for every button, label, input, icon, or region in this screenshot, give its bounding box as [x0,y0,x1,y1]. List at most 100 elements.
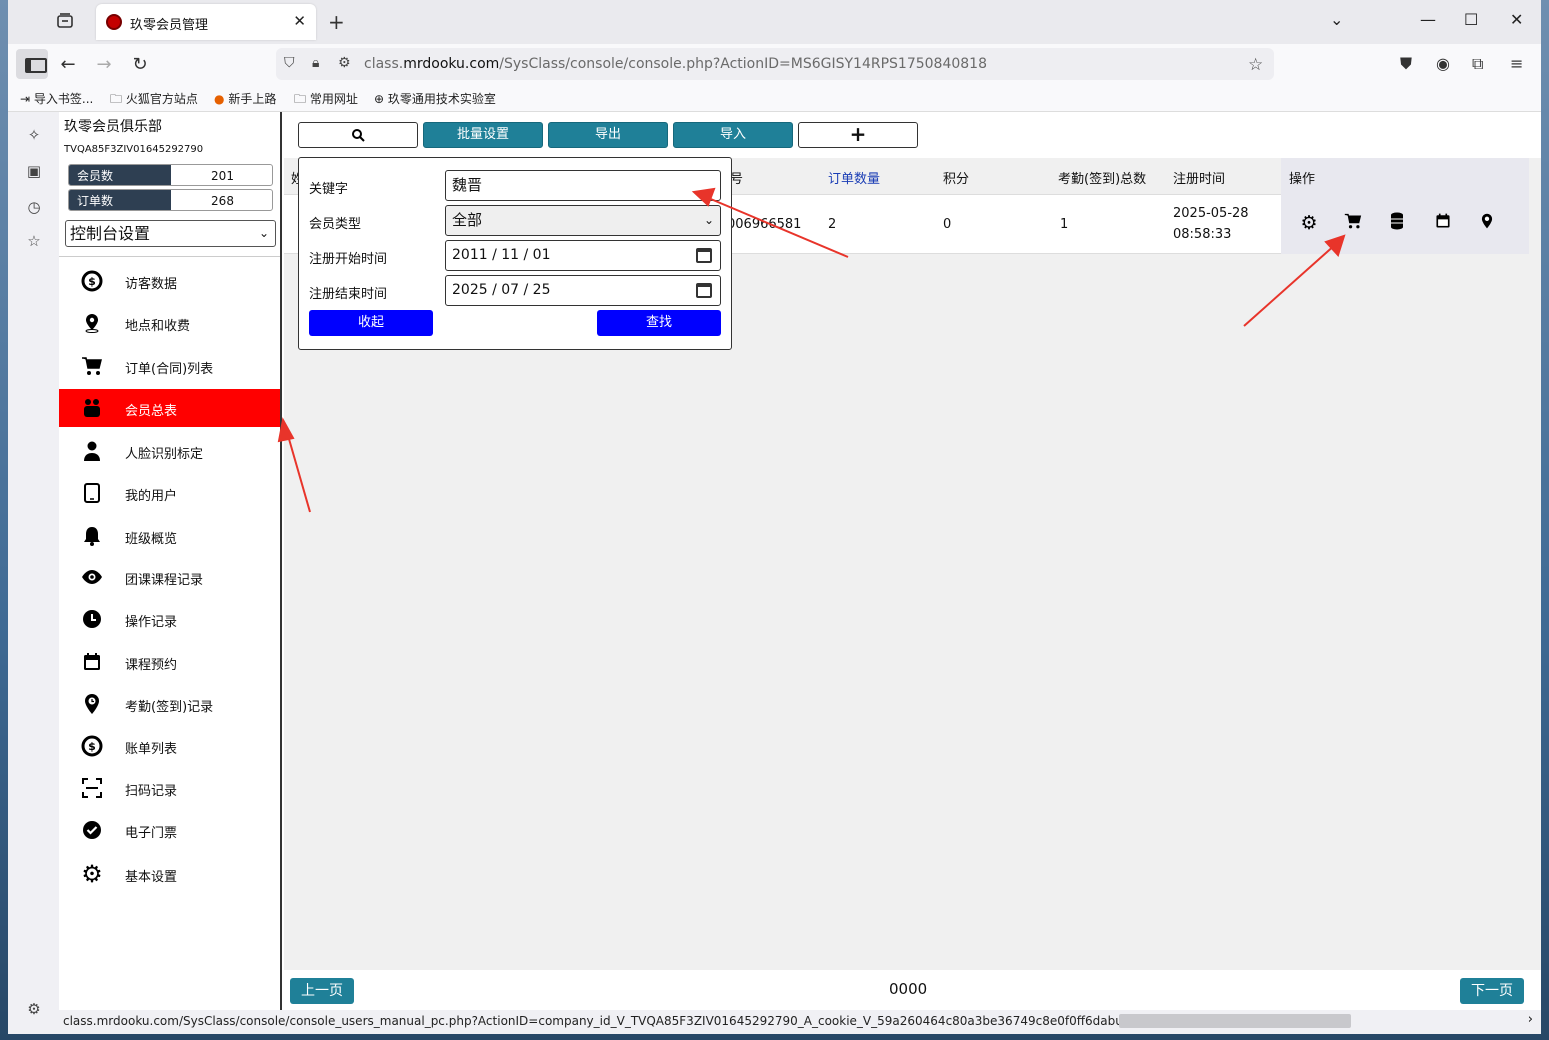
cell-reg-clock: 08:58:33 [1173,227,1232,242]
close-tab-icon[interactable]: ✕ [293,12,306,30]
calendar-icon[interactable] [696,248,712,263]
menu-item-visitor-data[interactable]: $ 访客数据 [59,262,280,300]
menu-item-label: 考勤(签到)记录 [125,700,214,715]
menu-icon[interactable]: ≡ [1510,54,1523,73]
chevron-down-icon: ⌄ [258,226,269,240]
start-date-input[interactable]: 2011 / 11 / 01 [445,240,721,271]
nav-bar: ← → ↻ ⛉ 🔒︎ ⚙ class.mrdooku.com/SysClass/… [8,44,1541,84]
add-member-button[interactable]: + [798,122,918,148]
cart-icon[interactable] [1343,212,1363,232]
history-icon[interactable]: ◷ [24,198,44,218]
calendar-icon[interactable] [1433,212,1453,232]
lock-icon[interactable]: 🔒︎ [312,55,319,71]
col-points[interactable]: 积分 [943,168,969,187]
menu-item-label: 会员总表 [125,404,178,419]
new-tab-icon[interactable]: + [328,10,345,34]
permissions-icon[interactable]: ⚙ [338,55,351,71]
member-count-label: 会员数 [69,165,171,185]
menu-item-label: 我的用户 [125,489,178,504]
calendar-icon[interactable] [696,283,712,298]
menu-item-label: 地点和收费 [125,319,191,334]
menu-item-basic-settings[interactable]: ⚙ 基本设置 [59,855,280,893]
bookmark-star-icon[interactable]: ☆ [1248,55,1263,75]
shield-icon[interactable]: ⛉ [284,55,295,71]
col-reg-time[interactable]: 注册时间 [1173,168,1225,187]
prev-page-button[interactable]: 上一页 [290,978,354,1004]
col-operations: 操作 [1289,172,1316,187]
menu-item-operation-log[interactable]: 操作记录 [59,600,280,638]
customize-sidebar-icon[interactable]: ⚙ [24,1000,44,1020]
back-icon[interactable]: ← [55,52,81,78]
menu-item-locations-fees[interactable]: 地点和收费 [59,304,280,342]
sidebar-toggle-icon[interactable] [16,49,48,79]
menu-item-label: 电子门票 [125,826,178,841]
menu-item-course-booking[interactable]: 课程预约 [59,643,280,681]
batch-settings-button[interactable]: 批量设置 [423,122,543,148]
url-bar[interactable]: ⛉ 🔒︎ ⚙ class.mrdooku.com/SysClass/consol… [276,48,1274,80]
synced-tabs-icon[interactable]: ▣ [24,162,44,182]
import-button[interactable]: 导入 [673,122,793,148]
close-window-icon[interactable]: ✕ [1510,10,1523,29]
eye-icon [81,566,103,588]
menu-item-face-recognition[interactable]: 人脸识别标定 [59,432,280,470]
menu-item-member-table[interactable]: 会员总表 [59,389,280,427]
extensions-icon[interactable]: ⧉ [1472,54,1483,74]
gear-icon[interactable]: ⚙ [1299,212,1319,234]
status-bar: class.mrdooku.com/SysClass/console/conso… [59,1010,1541,1034]
club-id: TVQA85F3ZIV01645292790 [64,144,204,155]
tablet-icon [81,482,103,504]
console-settings-select[interactable]: 控制台设置 ⌄ [65,220,276,247]
main-area: 批量设置 导出 导入 + 姓 号 订单数量 积分 考勤(签到)总数 注册时间 0… [284,112,1541,1010]
bookmark-common-sites[interactable]: 🗀︎ 常用网址 [294,90,358,111]
end-date-input[interactable]: 2025 / 07 / 25 [445,275,721,306]
next-page-button[interactable]: 下一页 [1460,978,1524,1004]
member-type-select[interactable]: 全部 ⌄ [445,205,721,236]
account-icon[interactable]: ◉ [1436,54,1450,73]
menu-item-label: 订单(合同)列表 [125,362,214,377]
cart-icon [81,355,103,377]
start-date-label: 注册开始时间 [309,252,388,267]
ai-chat-icon[interactable]: ✧ [24,126,44,146]
menu-item-scan-records[interactable]: 扫码记录 [59,769,280,807]
bookmark-firefox-site[interactable]: 🗀︎ 火狐官方站点 [110,90,198,111]
tab-list-chevron-icon[interactable]: ⌄ [1330,10,1343,29]
reload-icon[interactable]: ↻ [127,52,153,78]
database-icon[interactable] [1387,212,1407,232]
toolbar: 批量设置 导出 导入 + [284,112,1541,158]
svg-text:$: $ [88,740,96,753]
menu-item-label: 班级概览 [125,532,178,547]
bookmarks-icon[interactable]: ☆ [24,232,44,252]
find-button[interactable]: 查找 [597,310,721,336]
menu-item-group-course-records[interactable]: 团课课程记录 [59,558,280,596]
collapse-button[interactable]: 收起 [309,310,433,336]
bookmark-import[interactable]: ⇥ 导入书签... [20,90,93,107]
tab-overview-icon[interactable] [56,12,78,34]
forward-icon[interactable]: → [91,52,117,78]
menu-item-label: 基本设置 [125,870,178,885]
pocket-icon[interactable]: ⛊ [1400,54,1412,74]
member-count-value: 201 [211,169,234,183]
plus-icon: + [849,122,867,146]
minimize-icon[interactable]: — [1420,10,1436,29]
menu-item-attendance[interactable]: 考勤(签到)记录 [59,685,280,723]
bookmark-getting-started[interactable]: ● 新手上路 [214,90,276,107]
end-date-label: 注册结束时间 [309,287,388,302]
export-button[interactable]: 导出 [548,122,668,148]
horizontal-scrollbar[interactable] [1119,1014,1351,1028]
menu-item-e-ticket[interactable]: 电子门票 [59,811,280,849]
scroll-right-icon[interactable]: › [1528,1012,1533,1027]
chevron-down-icon: ⌄ [703,213,714,227]
maximize-icon[interactable]: ☐ [1464,10,1478,29]
menu-item-orders[interactable]: 订单(合同)列表 [59,347,280,385]
bell-icon [81,525,103,547]
search-button[interactable] [298,122,418,148]
col-attendance[interactable]: 考勤(签到)总数 [1058,168,1146,187]
menu-item-my-users[interactable]: 我的用户 [59,474,280,512]
bookmark-lab[interactable]: ⊕ 玖零通用技术实验室 [374,90,496,107]
keyword-input[interactable]: 魏晋 [445,170,721,201]
browser-tab[interactable]: 玖零会员管理 ✕ [96,4,316,40]
menu-item-bills[interactable]: $ 账单列表 [59,727,280,765]
location-icon[interactable] [1477,212,1497,232]
menu-item-class-overview[interactable]: 班级概览 [59,517,280,555]
col-order-count[interactable]: 订单数量 [828,168,880,187]
